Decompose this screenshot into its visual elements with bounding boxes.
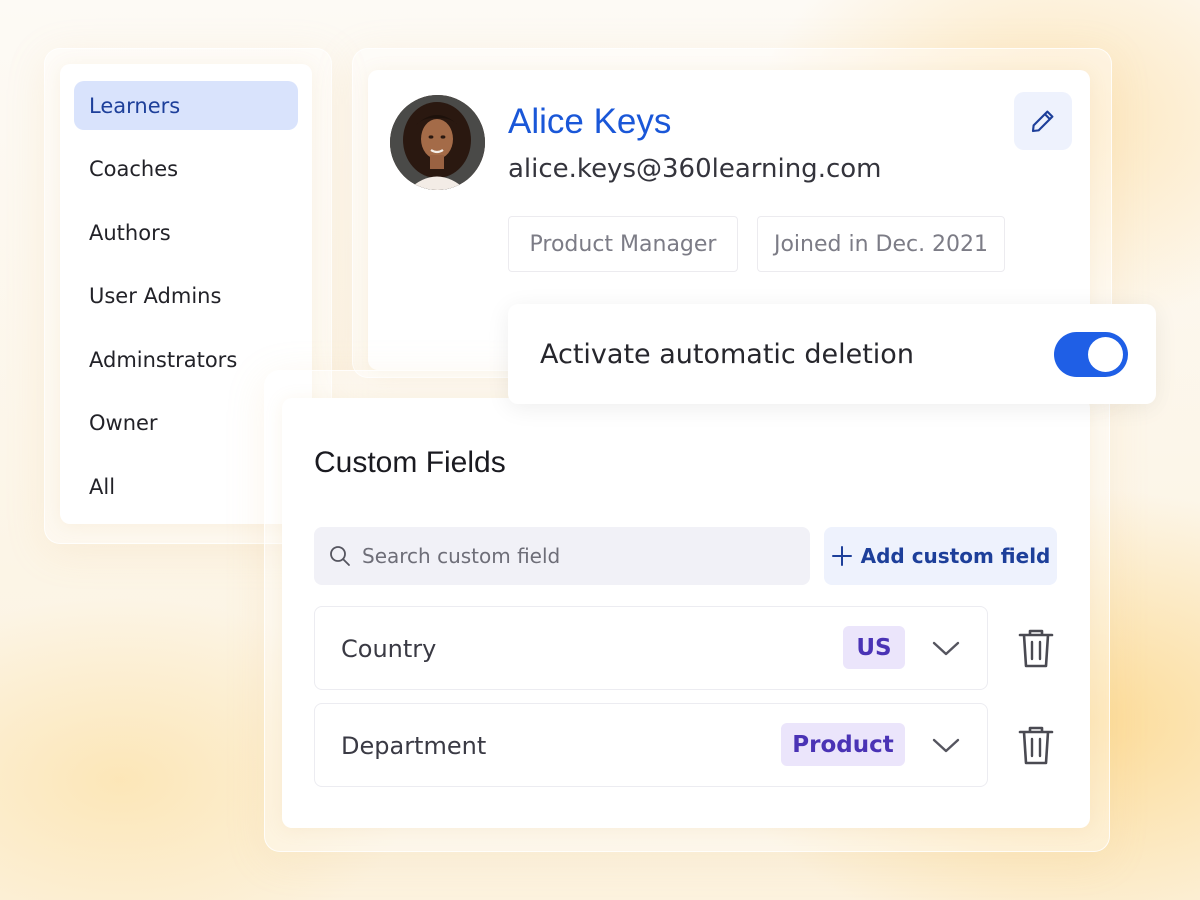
field-value-tag: US — [843, 626, 905, 669]
sidebar-item-label: Coaches — [89, 157, 179, 181]
field-value-tag: Product — [781, 723, 905, 766]
sidebar-item-label: Adminstrators — [89, 347, 238, 372]
sidebar-item-label: Owner — [89, 411, 158, 435]
sidebar-item-label: Authors — [89, 220, 171, 245]
sidebar-item-coaches[interactable]: Coaches — [74, 145, 298, 194]
chevron-down-icon[interactable] — [931, 637, 961, 659]
sidebar-item-learners[interactable]: Learners — [74, 81, 298, 130]
custom-fields-panel: Custom Fields Add custom field Country U… — [282, 398, 1090, 828]
role-chip: Product Manager — [508, 216, 738, 272]
user-email: alice.keys@360learning.com — [508, 154, 882, 184]
toggle-knob — [1088, 337, 1123, 372]
search-icon — [330, 546, 350, 566]
user-name: Alice Keys — [508, 102, 672, 141]
avatar-portrait — [390, 95, 485, 190]
plus-icon — [831, 546, 852, 566]
trash-icon[interactable] — [1016, 626, 1056, 670]
sidebar-item-label: Learners — [89, 93, 181, 118]
sidebar-item-user-admins[interactable]: User Admins — [74, 272, 298, 321]
custom-field-row-country[interactable]: Country US — [314, 606, 988, 690]
sidebar-item-label: All — [89, 474, 116, 499]
custom-field-row-department[interactable]: Department Product — [314, 703, 988, 787]
custom-fields-title: Custom Fields — [314, 446, 506, 479]
add-custom-field-label: Add custom field — [860, 544, 1051, 568]
trash-icon[interactable] — [1016, 723, 1056, 767]
edit-profile-button[interactable] — [1014, 92, 1072, 150]
field-name: Country — [341, 635, 437, 663]
auto-deletion-label: Activate automatic deletion — [540, 338, 914, 370]
auto-deletion-setting: Activate automatic deletion — [508, 304, 1156, 404]
add-custom-field-button[interactable]: Add custom field — [824, 527, 1057, 585]
chevron-down-icon[interactable] — [931, 734, 961, 756]
avatar — [390, 95, 485, 190]
field-name: Department — [341, 732, 487, 760]
auto-deletion-toggle[interactable] — [1054, 332, 1128, 377]
joined-date-chip: Joined in Dec. 2021 — [757, 216, 1005, 272]
sidebar-item-authors[interactable]: Authors — [74, 208, 298, 257]
pencil-icon — [1031, 110, 1054, 133]
search-field[interactable] — [314, 527, 810, 585]
sidebar-item-administrators[interactable]: Adminstrators — [74, 335, 298, 384]
search-input[interactable] — [362, 544, 802, 568]
sidebar-item-label: User Admins — [89, 284, 222, 308]
